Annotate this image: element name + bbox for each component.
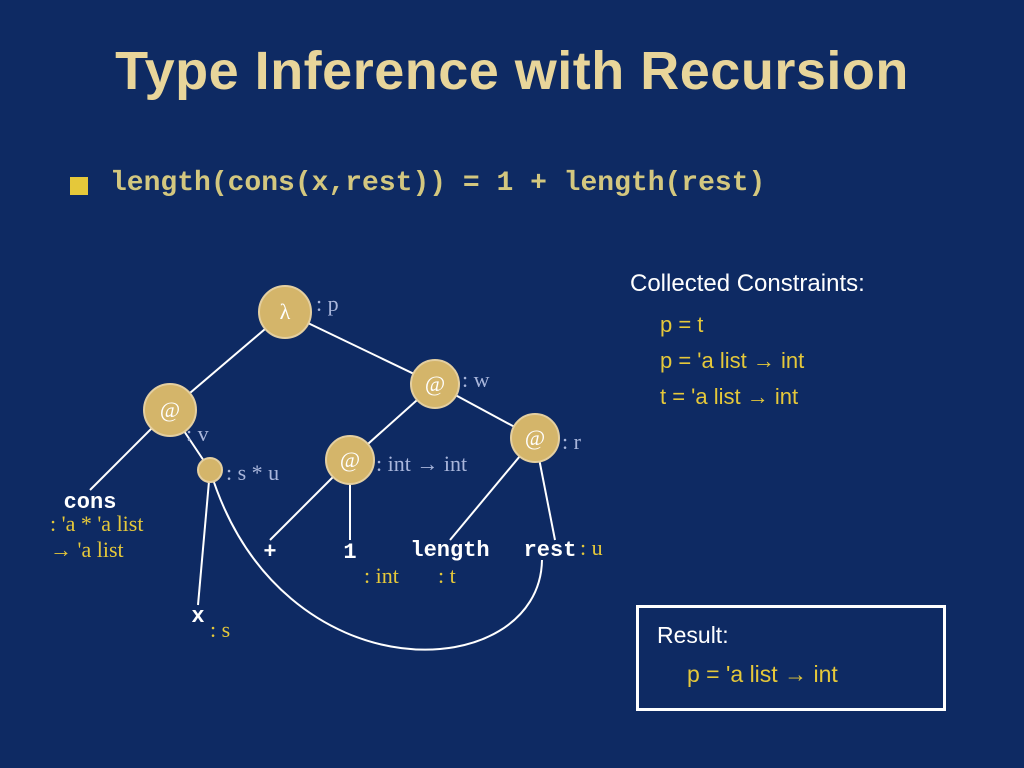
leaf-x: x [191,604,204,629]
node-app-label: @ [525,425,545,450]
ann-s-times-u: : s * u [226,460,279,485]
bullet-icon [70,177,88,195]
ann-t: : t [438,563,456,588]
constraints-header: Collected Constraints: [630,270,990,298]
node-app-label: @ [340,447,360,472]
edge [198,470,210,605]
constraint-item: t = 'a list → int [660,384,990,410]
ann-r: : r [562,429,582,454]
leaf-length: length [410,538,489,563]
constraints-panel: Collected Constraints: p = t p = 'a list… [630,270,990,420]
bullet-code: length(cons(x,rest)) = 1 + length(rest) [110,168,765,199]
ann-cons-type-2: → 'a list [50,537,124,562]
ann-p: : p [316,291,339,316]
parse-tree-diagram: λ @ @ @ @ cons x + 1 length rest : p : w… [60,260,620,710]
node-app-label: @ [160,397,180,422]
node-pair [198,458,222,482]
constraint-item: p = 'a list → int [660,348,990,374]
ann-int: : int [364,563,399,588]
leaf-plus: + [263,540,276,565]
ann-s: : s [210,617,230,642]
bullet-row: length(cons(x,rest)) = 1 + length(rest) [70,168,765,199]
leaf-one: 1 [343,540,356,565]
ann-v: : v [186,421,209,446]
ann-w: : w [462,367,490,392]
slide: Type Inference with Recursion length(con… [0,0,1024,768]
edge-curved [210,470,542,650]
result-box: Result: p = 'a list → int [636,605,946,711]
slide-title: Type Inference with Recursion [0,40,1024,102]
result-label: Result: [657,622,925,649]
ann-int-to-int: : int → int [376,451,467,476]
leaf-rest: rest [524,538,577,563]
ann-cons-type-1: : 'a * 'a list [50,511,143,536]
node-app-label: @ [425,371,445,396]
node-lambda-label: λ [280,299,291,324]
ann-u: : u [580,535,603,560]
constraint-item: p = t [660,312,990,338]
result-value: p = 'a list → int [687,661,925,688]
